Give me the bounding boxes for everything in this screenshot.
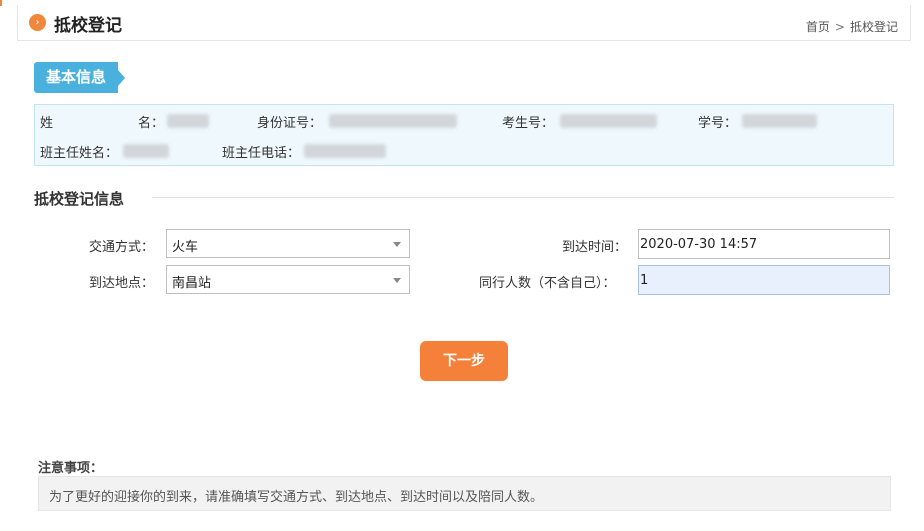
notice-title: 注意事项： <box>38 461 104 476</box>
notice-text: 为了更好的迎接你的到来，请准确填写交通方式、到达地点、到达时间以及陪同人数。 <box>49 490 544 505</box>
arrival-place-select[interactable]: 南昌站 <box>166 265 410 294</box>
teacher-name-value-redacted <box>123 144 169 158</box>
teacher-phone-value-redacted <box>304 144 386 158</box>
page-title: 抵校登记 <box>54 16 122 36</box>
transport-select[interactable]: 火车 <box>166 229 410 258</box>
arrival-place-label: 到达地点： <box>89 276 155 291</box>
arrival-time-value: 2020-07-30 14:57 <box>640 237 758 252</box>
section-divider <box>152 197 894 198</box>
basic-info-tag: 基本信息 <box>34 62 125 93</box>
exam-number-label: 考生号： <box>502 116 555 131</box>
corner-mark <box>0 0 8 6</box>
arrival-time-input[interactable]: 2020-07-30 14:57 <box>638 229 890 259</box>
registration-section-title: 抵校登记信息 <box>34 190 125 208</box>
dropdown-arrow-icon <box>393 242 401 247</box>
breadcrumb: 首页 > 抵校登记 <box>806 18 898 35</box>
companions-value: 1 <box>640 273 649 288</box>
id-number-label: 身份证号： <box>257 116 323 131</box>
name-label-first: 姓 <box>40 116 54 131</box>
chevron-right-circle-icon: › <box>29 14 46 31</box>
breadcrumb-current: 抵校登记 <box>849 20 898 34</box>
basic-info-panel: 姓 名： 身份证号： 考生号： 学号： 班主任姓名： 班主任电话： <box>34 104 894 166</box>
page-header: › 抵校登记 首页 > 抵校登记 <box>17 5 911 41</box>
student-number-label: 学号： <box>698 116 738 131</box>
next-step-button[interactable]: 下一步 <box>420 341 508 381</box>
breadcrumb-home-link[interactable]: 首页 <box>806 18 830 35</box>
transport-select-value: 火车 <box>172 240 199 255</box>
id-number-value-redacted <box>329 114 457 128</box>
arrival-place-select-value: 南昌站 <box>172 276 212 291</box>
dropdown-arrow-icon <box>393 278 401 283</box>
student-number-value-redacted <box>742 114 817 128</box>
exam-number-value-redacted <box>560 114 657 128</box>
companions-label: 同行人数（不含自己）： <box>479 276 616 291</box>
name-label-second: 名： <box>138 116 165 131</box>
teacher-name-label: 班主任姓名： <box>40 146 119 161</box>
breadcrumb-separator: > <box>834 20 845 34</box>
companions-input[interactable]: 1 <box>638 265 890 295</box>
name-value-redacted <box>167 114 209 128</box>
arrival-time-label: 到达时间： <box>562 240 628 255</box>
notice-panel: 为了更好的迎接你的到来，请准确填写交通方式、到达地点、到达时间以及陪同人数。 <box>38 476 891 511</box>
transport-label: 交通方式： <box>89 240 155 255</box>
teacher-phone-label: 班主任电话： <box>222 146 301 161</box>
